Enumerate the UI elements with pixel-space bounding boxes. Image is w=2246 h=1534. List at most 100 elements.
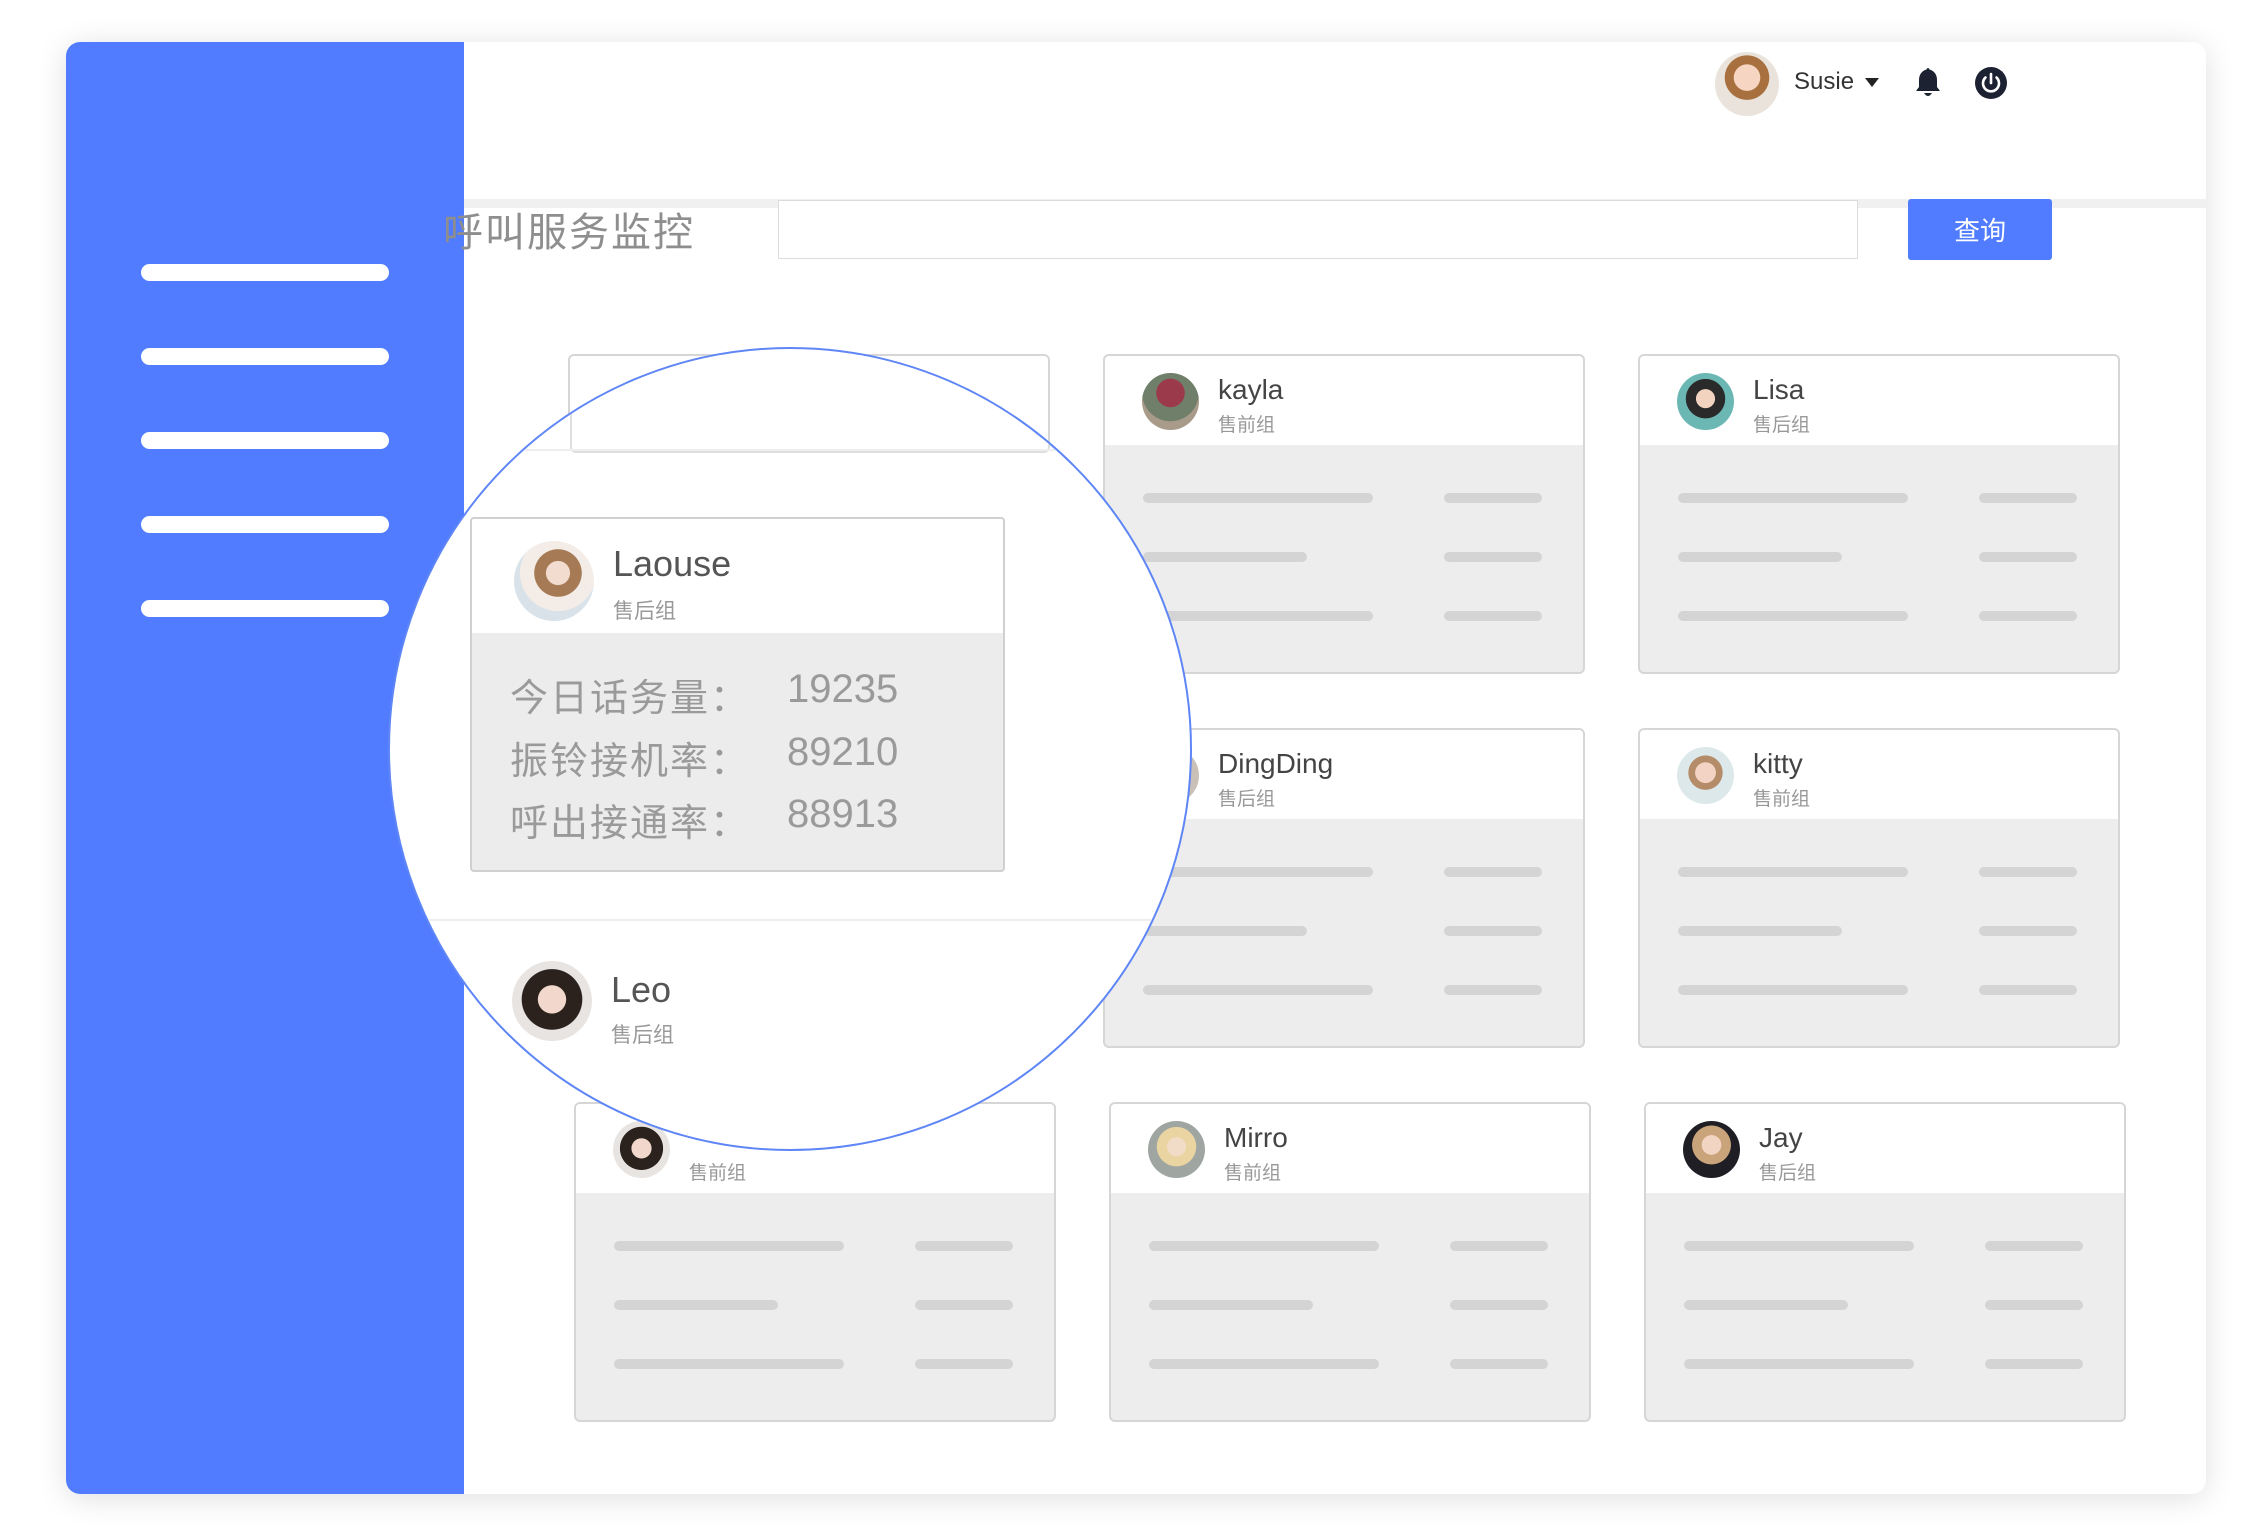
lens-divider bbox=[390, 449, 1070, 451]
placeholder-bar bbox=[1143, 985, 1373, 995]
stat-label-ring-answer-rate: 振铃接机率： bbox=[510, 739, 751, 783]
agent-card-mirro[interactable]: Mirro 售前组 bbox=[1109, 1102, 1591, 1422]
placeholder-bar bbox=[915, 1300, 1013, 1310]
agent-group: 售前组 bbox=[1218, 414, 1276, 436]
stat-value-ring-answer-rate: 89210 bbox=[787, 730, 899, 774]
placeholder-bar bbox=[1444, 552, 1542, 562]
placeholder-bar bbox=[915, 1359, 1013, 1369]
placeholder-bar bbox=[1979, 985, 2077, 995]
placeholder-bar bbox=[614, 1241, 844, 1251]
placeholder-bar bbox=[1985, 1359, 2083, 1369]
caret-down-icon[interactable] bbox=[1865, 78, 1879, 87]
placeholder-bar bbox=[1149, 1300, 1313, 1310]
placeholder-bar bbox=[1678, 926, 1842, 936]
agent-card-kitty[interactable]: kitty 售前组 bbox=[1638, 728, 2120, 1048]
placeholder-bar bbox=[1143, 926, 1307, 936]
placeholder-bar bbox=[614, 1300, 778, 1310]
placeholder-bar bbox=[1143, 552, 1307, 562]
avatar bbox=[1148, 1121, 1205, 1178]
magnifier-lens: Laouse 售后组 今日话务量： 19235 振铃接机率： 89210 呼出接… bbox=[388, 347, 1192, 1151]
placeholder-bar bbox=[1979, 611, 2077, 621]
card-header: Mirro 售前组 bbox=[1111, 1104, 1589, 1193]
placeholder-bar bbox=[1985, 1241, 2083, 1251]
placeholder-bar bbox=[1149, 1241, 1379, 1251]
agent-name: Laouse bbox=[613, 543, 732, 584]
search-input[interactable] bbox=[778, 200, 1858, 259]
agent-group: 售后组 bbox=[1759, 1162, 1817, 1184]
user-name[interactable]: Susie bbox=[1794, 68, 1854, 96]
placeholder-bar bbox=[1979, 493, 2077, 503]
placeholder-bar bbox=[1450, 1241, 1548, 1251]
placeholder-bar bbox=[1444, 867, 1542, 877]
placeholder-bar bbox=[1678, 985, 1908, 995]
sidebar-item-2[interactable] bbox=[141, 348, 389, 365]
avatar bbox=[514, 541, 594, 621]
bell-icon[interactable] bbox=[1913, 66, 1943, 100]
agent-name: Mirro bbox=[1224, 1122, 1288, 1153]
placeholder-bar bbox=[1143, 611, 1373, 621]
stat-label-daily-calls: 今日话务量： bbox=[510, 676, 751, 720]
sidebar-item-5[interactable] bbox=[141, 600, 389, 617]
agent-name: Lisa bbox=[1753, 374, 1805, 405]
placeholder-bar bbox=[1143, 867, 1373, 877]
avatar bbox=[1142, 373, 1199, 430]
avatar bbox=[512, 961, 592, 1041]
placeholder-bar bbox=[1444, 611, 1542, 621]
placeholder-bar bbox=[1678, 493, 1908, 503]
placeholder-bar bbox=[1684, 1241, 1914, 1251]
agent-group: 售后组 bbox=[611, 1023, 674, 1047]
agent-card-jay[interactable]: Jay 售后组 bbox=[1644, 1102, 2126, 1422]
zoom-card-laouse[interactable]: Laouse 售后组 今日话务量： 19235 振铃接机率： 89210 呼出接… bbox=[470, 517, 1005, 872]
placeholder-bar bbox=[1979, 552, 2077, 562]
placeholder-bar bbox=[1979, 926, 2077, 936]
card-header: kitty 售前组 bbox=[1640, 730, 2118, 819]
avatar bbox=[1683, 1121, 1740, 1178]
lens-divider bbox=[390, 919, 1190, 921]
zoom-card-header: Laouse 售后组 bbox=[472, 519, 1003, 633]
placeholder-bar bbox=[1450, 1300, 1548, 1310]
card-header: kayla 售前组 bbox=[1105, 356, 1583, 445]
placeholder-bar bbox=[1684, 1300, 1848, 1310]
agent-name: kayla bbox=[1218, 374, 1284, 405]
power-icon[interactable] bbox=[1974, 66, 2008, 100]
sidebar-item-1[interactable] bbox=[141, 264, 389, 281]
stat-value-outbound-connect-rate: 88913 bbox=[787, 792, 899, 836]
placeholder-bar bbox=[1450, 1359, 1548, 1369]
placeholder-bar bbox=[614, 1359, 844, 1369]
agent-group: 售前组 bbox=[1224, 1162, 1282, 1184]
agent-name: DingDing bbox=[1218, 748, 1334, 779]
agent-group: 售后组 bbox=[1753, 414, 1811, 436]
lens-ghost-card bbox=[570, 355, 1050, 453]
agent-group: 售后组 bbox=[1218, 788, 1276, 810]
placeholder-bar bbox=[1444, 985, 1542, 995]
placeholder-bar bbox=[1444, 926, 1542, 936]
sidebar-item-4[interactable] bbox=[141, 516, 389, 533]
placeholder-bar bbox=[1979, 867, 2077, 877]
query-button[interactable]: 查询 bbox=[1908, 199, 2052, 260]
placeholder-bar bbox=[1985, 1300, 2083, 1310]
avatar bbox=[1677, 373, 1734, 430]
agent-group: 售后组 bbox=[613, 599, 676, 623]
user-avatar[interactable] bbox=[1715, 52, 1779, 116]
placeholder-bar bbox=[1678, 867, 1908, 877]
agent-card-kayla[interactable]: kayla 售前组 bbox=[1103, 354, 1585, 674]
agent-group: 售前组 bbox=[1753, 788, 1811, 810]
agent-group: 售前组 bbox=[689, 1162, 747, 1184]
sidebar-item-3[interactable] bbox=[141, 432, 389, 449]
agent-name: Leo bbox=[611, 969, 672, 1010]
agent-name: kitty bbox=[1753, 748, 1803, 779]
page-title: 呼叫服务监控 bbox=[443, 211, 695, 255]
card-header: Jay 售后组 bbox=[1646, 1104, 2124, 1193]
placeholder-bar bbox=[1444, 493, 1542, 503]
placeholder-bar bbox=[1149, 1359, 1379, 1369]
placeholder-bar bbox=[915, 1241, 1013, 1251]
stat-label-outbound-connect-rate: 呼出接通率： bbox=[510, 801, 751, 845]
placeholder-bar bbox=[1678, 611, 1908, 621]
card-header: Lisa 售后组 bbox=[1640, 356, 2118, 445]
agent-name: Jay bbox=[1759, 1122, 1803, 1153]
stat-value-daily-calls: 19235 bbox=[787, 667, 899, 711]
agent-card-lisa[interactable]: Lisa 售后组 bbox=[1638, 354, 2120, 674]
placeholder-bar bbox=[1143, 493, 1373, 503]
avatar bbox=[1677, 747, 1734, 804]
top-bar bbox=[464, 42, 2206, 199]
